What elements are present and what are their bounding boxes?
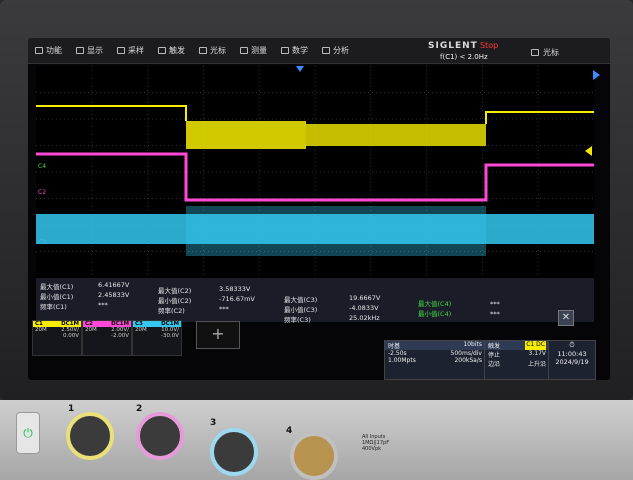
trace-c1-tail [485, 111, 594, 124]
display-icon [76, 47, 84, 54]
c3-level-marker: C3 [38, 239, 46, 246]
power-button[interactable]: ⏻ [16, 412, 40, 454]
meas-c4-max: *** [490, 300, 500, 308]
plus-icon: + [211, 324, 225, 343]
trace-c2 [36, 152, 594, 202]
menu-cursor[interactable]: 光标 [192, 45, 233, 56]
clock-icon: ⏱ [569, 341, 575, 349]
input-3-label: 3 [210, 418, 217, 428]
meas-c4-min-label: 最小值(C4) [418, 310, 452, 318]
trace-c3-noise [186, 206, 486, 256]
cursor-icon [531, 49, 539, 56]
analysis-icon [322, 47, 330, 54]
trace-c1-noise-band [186, 121, 306, 149]
meas-c2-max: 3.58333V [219, 285, 251, 293]
measure-icon [240, 47, 248, 54]
channel-box-c2[interactable]: C2 DC1M 20M 2.00V/ -2.00V [82, 320, 132, 356]
measurement-panel: 最大值(C1) 6.41667V 最小值(C1) 2.45833V 频率(C1)… [36, 278, 594, 324]
trigger-level-marker[interactable] [585, 146, 592, 156]
add-channel-button[interactable]: + [196, 321, 240, 349]
cursor-icon [199, 47, 207, 54]
menu-acquire[interactable]: 采样 [110, 45, 151, 56]
input-2-label: 2 [136, 404, 143, 414]
meas-c2-min: -716.67mV [219, 295, 255, 303]
c2-level-marker: C2 [38, 189, 46, 196]
meas-c1-max-label: 最大值(C1) [40, 283, 74, 291]
menu-analysis[interactable]: 分析 [315, 45, 356, 56]
meas-c1-min-label: 最小值(C1) [40, 293, 74, 301]
menu-measure[interactable]: 测量 [233, 45, 274, 56]
meas-c4-min: *** [490, 310, 500, 318]
bnc-input-2[interactable] [136, 412, 184, 460]
bnc-input-3[interactable] [210, 428, 258, 476]
meas-c2-max-label: 最大值(C2) [158, 287, 192, 295]
function-icon [35, 47, 43, 54]
meas-c2-freq-label: 频率(C2) [158, 307, 185, 315]
meas-c1-min: 2.45833V [98, 291, 130, 299]
meas-c1-freq: *** [98, 301, 108, 309]
input-4-label: 4 [286, 426, 293, 436]
meas-c2-freq: *** [219, 305, 229, 313]
meas-c4-max-label: 最大值(C4) [418, 300, 452, 308]
input-1-label: 1 [68, 404, 75, 414]
trace-c1-noise-band-2 [306, 124, 486, 146]
trigger-icon [158, 47, 166, 54]
meas-c3-min-label: 最小值(C3) [284, 306, 318, 314]
input-spec-label: All Inputs 1MΩ||17pF 400Vpk [362, 434, 390, 452]
run-status[interactable]: Stop [480, 41, 498, 50]
timebase-box[interactable]: 时基 10bits -2.50s 500ms/div 1.00Mpts 200kSa/… [384, 340, 486, 380]
right-arrow-icon[interactable] [593, 70, 600, 80]
frequency-readout: f(C1) < 2.0Hz [440, 53, 488, 61]
waveform-grid[interactable]: C4 C2 C3 [36, 66, 594, 278]
meas-c2-min-label: 最小值(C2) [158, 297, 192, 305]
meas-c3-max-label: 最大值(C3) [284, 296, 318, 304]
channel-box-c1[interactable]: C1 DC1M 20M 2.50V/ 0.00V [32, 320, 82, 356]
trace-c1 [36, 105, 187, 121]
brand-logo: SIGLENT [428, 41, 478, 51]
menu-cursor-right[interactable]: 光标 [531, 47, 559, 58]
bnc-input-4[interactable] [290, 432, 338, 480]
close-icon[interactable]: ✕ [558, 310, 574, 326]
menu-function[interactable]: 功能 [28, 45, 69, 56]
meas-c3-min: -4.0833V [349, 304, 379, 312]
acquire-icon [117, 47, 125, 54]
menu-display[interactable]: 显示 [69, 45, 110, 56]
meas-c3-freq: 25.02kHz [349, 314, 380, 322]
trigger-position-marker[interactable] [296, 66, 304, 72]
menu-math[interactable]: 数学 [274, 45, 315, 56]
trigger-box[interactable]: 触发 C1 DC 停止 3.17V 边沿 上升沿 [484, 340, 550, 380]
math-icon [281, 47, 289, 54]
channel-box-c3[interactable]: C3 DC1M 20M 10.0V/ -30.0V [132, 320, 182, 356]
meas-c1-freq-label: 频率(C1) [40, 303, 67, 311]
menu-trigger[interactable]: 触发 [151, 45, 192, 56]
meas-c3-freq-label: 频率(C3) [284, 316, 311, 324]
clock: ⏱ 11:00:43 2024/9/19 [548, 340, 596, 380]
meas-c3-max: 19.6667V [349, 294, 381, 302]
power-icon: ⏻ [23, 425, 33, 440]
meas-c1-max: 6.41667V [98, 281, 130, 289]
oscilloscope-screen: 功能 显示 采样 触发 光标 测量 数学 分析 SIGLENT Stop f(C… [28, 38, 610, 380]
c4-level-marker: C4 [38, 163, 46, 170]
bnc-input-1[interactable] [66, 412, 114, 460]
menu-bar: 功能 显示 采样 触发 光标 测量 数学 分析 [28, 38, 610, 64]
